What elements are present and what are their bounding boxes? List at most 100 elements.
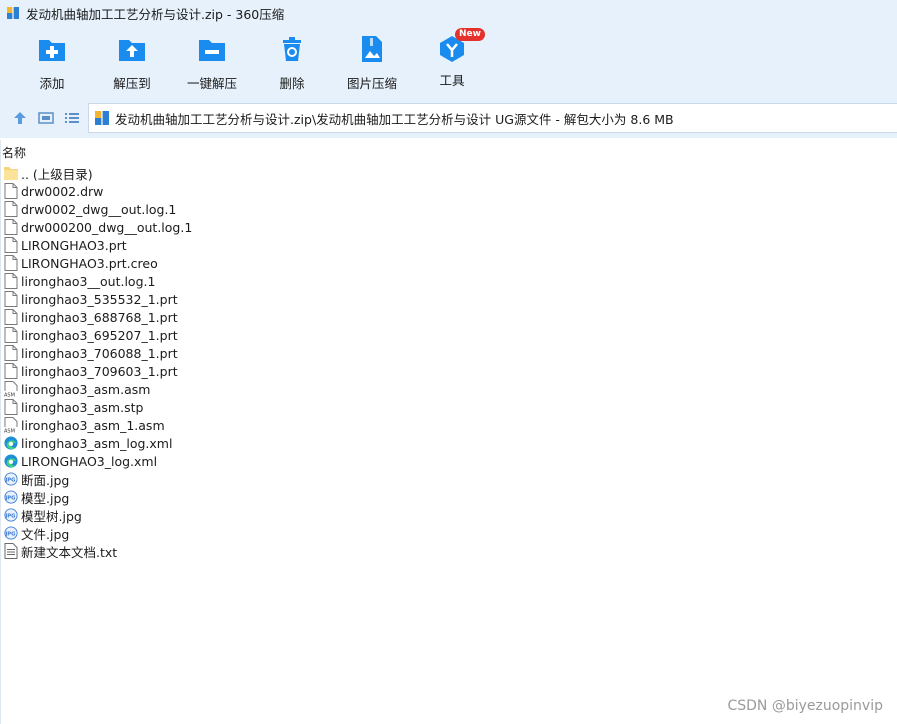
file-row[interactable]: LIRONGHAO3.prt.creo (0, 254, 897, 272)
file-name: lironghao3_706088_1.prt (21, 345, 178, 361)
file-row[interactable]: 新建文本文档.txt (0, 542, 897, 560)
file-name: lironghao3_asm_1.asm (21, 417, 165, 433)
file-row[interactable]: JPG 断面.jpg (0, 470, 897, 488)
file-icon (4, 237, 18, 253)
file-name: lironghao3_asm_log.xml (21, 435, 173, 451)
image-compress-icon (362, 36, 382, 62)
file-icon (4, 309, 18, 325)
file-name: LIRONGHAO3_log.xml (21, 453, 158, 469)
add-icon (39, 40, 65, 61)
tools-icon-wrap: New (437, 28, 485, 64)
zip-file-icon (95, 110, 109, 126)
column-header[interactable]: 名称 (0, 143, 897, 161)
file-row[interactable]: JPG 模型树.jpg (0, 506, 897, 524)
delete-label: 删除 (279, 76, 305, 91)
file-name: 模型树.jpg (21, 508, 82, 524)
svg-text:ASM: ASM (4, 393, 15, 398)
file-row[interactable]: JPG 文件.jpg (0, 524, 897, 542)
file-icon (4, 219, 18, 235)
navigation-bar: 发动机曲轴加工工艺分析与设计.zip\发动机曲轴加工工艺分析与设计 UG源文件 … (0, 98, 897, 138)
svg-text:JPG: JPG (4, 532, 15, 538)
file-name: lironghao3_709603_1.prt (21, 363, 178, 379)
file-icon (4, 399, 18, 415)
file-icon (4, 273, 18, 289)
file-icon (4, 291, 18, 307)
svg-text:JPG: JPG (4, 514, 15, 520)
file-name: lironghao3__out.log.1 (21, 273, 156, 289)
tools-button[interactable]: New 工具 (412, 28, 492, 89)
window-title: 发动机曲轴加工工艺分析与设计.zip - 360压缩 (26, 6, 285, 22)
file-row[interactable]: ASM lironghao3_asm.asm (0, 380, 897, 399)
file-row[interactable]: lironghao3_709603_1.prt (0, 362, 897, 380)
toolbar: 添加 解压到 一键解压 删除 图片压缩 New 工具 (0, 26, 897, 98)
file-row[interactable]: lironghao3_688768_1.prt (0, 308, 897, 326)
asm-file-icon: ASM (4, 381, 18, 399)
list-view-icon[interactable] (64, 110, 80, 126)
file-row[interactable]: lironghao3_535532_1.prt (0, 290, 897, 308)
tools-label: 工具 (439, 73, 465, 88)
file-row[interactable]: drw0002.drw (0, 182, 897, 200)
file-name: drw0002_dwg__out.log.1 (21, 201, 177, 217)
file-name: lironghao3_asm.asm (21, 381, 151, 397)
one-click-extract-button[interactable]: 一键解压 (172, 34, 252, 92)
file-icon (4, 327, 18, 343)
file-list: .. (上级目录) drw0002.drw drw0002_dwg__out.log… (0, 164, 897, 560)
file-icon (4, 363, 18, 379)
trash-icon (283, 37, 301, 61)
add-button[interactable]: 添加 (12, 34, 92, 92)
file-row[interactable]: lironghao3_695207_1.prt (0, 326, 897, 344)
file-icon (4, 183, 18, 199)
svg-text:JPG: JPG (4, 478, 15, 484)
file-row[interactable]: LIRONGHAO3.prt (0, 236, 897, 254)
column-name-header[interactable]: 名称 (2, 144, 26, 161)
jpg-icon: JPG (4, 525, 18, 541)
add-label: 添加 (39, 76, 65, 91)
file-name: LIRONGHAO3.prt.creo (21, 255, 158, 271)
file-row[interactable]: .. (上级目录) (0, 164, 897, 182)
up-arrow-icon[interactable] (12, 110, 28, 126)
image-compress-label: 图片压缩 (346, 76, 397, 91)
svg-text:JPG: JPG (4, 496, 15, 502)
file-icon (4, 345, 18, 361)
txt-icon (4, 543, 18, 559)
file-name: 模型.jpg (21, 490, 70, 506)
file-name: lironghao3_asm.stp (21, 399, 144, 415)
file-row[interactable]: lironghao3__out.log.1 (0, 272, 897, 290)
extract-to-button[interactable]: 解压到 (92, 34, 172, 92)
file-row[interactable]: ASM lironghao3_asm_1.asm (0, 416, 897, 435)
file-row[interactable]: LIRONGHAO3_log.xml (0, 452, 897, 470)
extract-to-icon (119, 40, 145, 61)
image-compress-button[interactable]: 图片压缩 (332, 34, 412, 92)
svg-text:ASM: ASM (4, 429, 15, 434)
archive-app-icon (7, 6, 19, 20)
file-name: LIRONGHAO3.prt (21, 237, 127, 253)
file-row[interactable]: JPG 模型.jpg (0, 488, 897, 506)
address-bar[interactable]: 发动机曲轴加工工艺分析与设计.zip\发动机曲轴加工工艺分析与设计 UG源文件 … (88, 103, 897, 133)
file-icon (4, 255, 18, 271)
one-click-extract-label: 一键解压 (186, 76, 237, 91)
edge-xml-icon (4, 435, 18, 451)
file-name: 文件.jpg (21, 526, 70, 542)
one-click-extract-icon (199, 40, 225, 61)
file-name: drw0002.drw (21, 183, 104, 199)
jpg-icon: JPG (4, 507, 18, 523)
file-icon (4, 201, 18, 217)
file-row[interactable]: drw0002_dwg__out.log.1 (0, 200, 897, 218)
file-row[interactable]: drw000200_dwg__out.log.1 (0, 218, 897, 236)
delete-button[interactable]: 删除 (252, 34, 332, 92)
file-name: lironghao3_688768_1.prt (21, 309, 178, 325)
file-row[interactable]: lironghao3_706088_1.prt (0, 344, 897, 362)
file-name: 新建文本文档.txt (21, 544, 118, 560)
thumbnail-view-icon[interactable] (38, 110, 54, 126)
file-row[interactable]: lironghao3_asm_log.xml (0, 434, 897, 452)
watermark: CSDN @biyezuopinvip (727, 698, 883, 714)
title-bar: 发动机曲轴加工工艺分析与设计.zip - 360压缩 (0, 0, 897, 26)
new-badge: New (455, 28, 485, 41)
jpg-icon: JPG (4, 471, 18, 487)
file-name: .. (上级目录) (21, 166, 93, 182)
jpg-icon: JPG (4, 489, 18, 505)
file-row[interactable]: lironghao3_asm.stp (0, 398, 897, 416)
edge-xml-icon (4, 453, 18, 469)
extract-to-label: 解压到 (113, 76, 151, 91)
asm-file-icon: ASM (4, 417, 18, 435)
